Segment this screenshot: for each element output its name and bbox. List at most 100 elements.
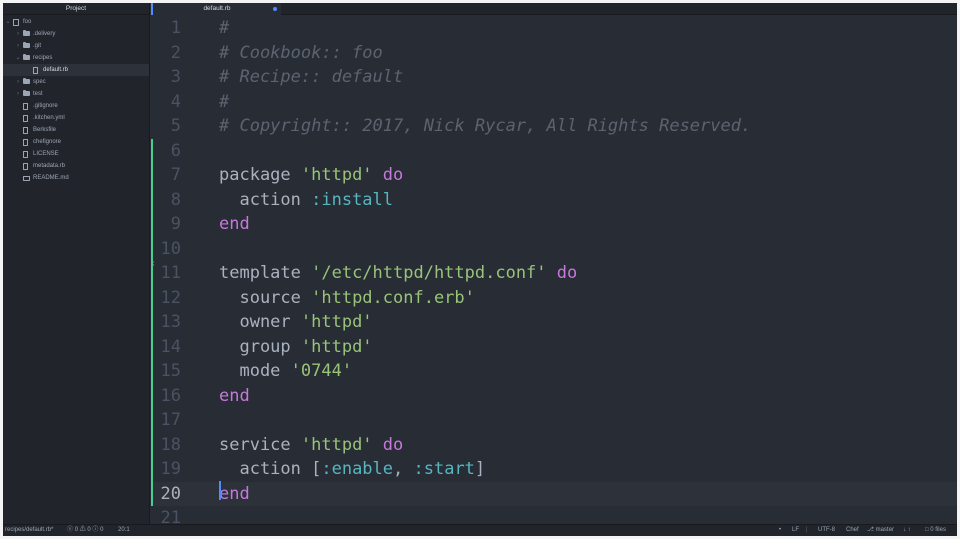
code-line[interactable]: 1 #	[151, 16, 957, 41]
tree-item-label: foo	[23, 19, 32, 25]
code-editor[interactable]: 1 #2 # Cookbook:: foo 3 # Recipe:: default 4 #…	[151, 16, 957, 528]
collapse-sidebar-icon[interactable]: ‹	[149, 258, 157, 270]
tree-item-label: chefignore	[33, 139, 62, 145]
line-number: 12	[160, 287, 181, 308]
chevron-down-icon[interactable]: ⌄	[15, 52, 21, 64]
git-branch[interactable]: ⎇ master	[867, 525, 894, 536]
line-number: 14	[160, 336, 181, 357]
modified-dot-icon[interactable]	[273, 7, 277, 11]
code-line[interactable]: 20 end	[151, 481, 957, 507]
tab-default-rb[interactable]: default.rb	[151, 3, 281, 15]
line-number: 7	[170, 165, 181, 185]
cursor-position[interactable]: 20:1	[118, 525, 130, 536]
line-code: action :install	[219, 188, 393, 213]
tree-item[interactable]: default.rb	[3, 64, 149, 76]
folder-icon	[23, 54, 30, 60]
line-number: 9	[170, 214, 181, 234]
code-line[interactable]: 7 package 'httpd' do	[151, 163, 957, 188]
line-number: 13	[160, 312, 181, 332]
file-icon	[23, 150, 28, 158]
modified-indicator-icon: •	[779, 527, 782, 533]
tree-item[interactable]: ⌄ recipes	[3, 52, 149, 64]
tree-item[interactable]: Berksfile	[3, 124, 149, 136]
code-token: 'httpd'	[300, 336, 373, 357]
tree-item-label: test	[33, 91, 43, 97]
code-line[interactable]: 19 action [:enable, :start]	[151, 457, 957, 482]
tree-item[interactable]: README.md	[3, 172, 149, 184]
code-line[interactable]: 2 # Cookbook:: foo	[151, 41, 957, 66]
code-token: #	[219, 91, 230, 112]
code-line[interactable]: 4 #	[151, 90, 957, 115]
file-tree: ⌄ foo › .delivery › .git ⌄ recipes default.rb › sp…	[3, 16, 149, 184]
code-line[interactable]: 14 group 'httpd'	[151, 334, 957, 360]
chevron-down-icon[interactable]: ⌄	[5, 16, 11, 28]
folder-icon	[23, 42, 30, 48]
grammar[interactable]: Chef	[846, 525, 859, 536]
line-number: 15	[160, 361, 181, 381]
chevron-right-icon[interactable]: ›	[15, 88, 21, 100]
code-line[interactable]: 8 action :install	[151, 187, 957, 213]
code-line[interactable]: 9 end	[151, 212, 957, 237]
tree-item-label: .kitchen.yml	[33, 115, 65, 121]
tree-item[interactable]: metadata.rb	[3, 160, 149, 172]
tree-item[interactable]: chefignore	[3, 136, 149, 148]
code-line[interactable]: 15 mode '0744'	[151, 359, 957, 384]
code-line[interactable]: 10	[151, 236, 957, 261]
tree-item[interactable]: › test	[3, 88, 149, 100]
line-code: # Cookbook:: foo	[219, 41, 383, 66]
tree-item[interactable]: › spec	[3, 76, 149, 88]
code-line[interactable]: 11 template '/etc/httpd/httpd.conf' do	[151, 261, 957, 286]
code-line[interactable]: 17	[151, 408, 957, 433]
file-icon	[23, 126, 28, 134]
tab-bar: default.rb	[151, 3, 957, 15]
tree-item-label: metadata.rb	[33, 163, 66, 169]
line-ending[interactable]: LF	[792, 525, 799, 536]
code-line[interactable]: 16 end	[151, 383, 957, 408]
code-token: 'httpd.conf.erb'	[311, 287, 475, 308]
arrow-up-icon: ↑	[907, 527, 911, 533]
tab-title: default.rb	[203, 5, 231, 12]
code-token: :start	[413, 459, 475, 479]
file-diff-icon: □	[925, 527, 929, 533]
tree-item[interactable]: LICENSE	[3, 148, 149, 160]
git-fetch[interactable]: ↓ ↑	[903, 525, 911, 536]
code-line[interactable]: 18 service 'httpd' do	[151, 432, 957, 457]
project-sidebar: Project ⌄ foo › .delivery › .git ⌄ recipes defau…	[3, 3, 150, 524]
code-token: # Recipe:: default	[219, 67, 404, 87]
tree-item[interactable]: .gitignore	[3, 100, 149, 112]
tree-item-label: spec	[33, 79, 46, 85]
tree-item[interactable]: › .delivery	[3, 28, 149, 40]
tree-item-label: Berksfile	[33, 127, 57, 133]
diagnostics[interactable]: ⓧ 0 ⚠ 0 ⓘ 0	[67, 525, 103, 536]
code-token: 'httpd'	[300, 312, 373, 332]
line-code: end	[219, 482, 250, 507]
code-line[interactable]: 12 source 'httpd.conf.erb'	[151, 285, 957, 310]
editor-window: Project ⌄ foo › .delivery › .git ⌄ recipes defau…	[3, 3, 957, 536]
github-files[interactable]: □ 0 files	[925, 525, 946, 536]
chevron-right-icon[interactable]: ›	[15, 40, 21, 52]
line-number: 8	[170, 189, 181, 210]
encoding[interactable]: UTF-8	[818, 525, 835, 536]
tree-item[interactable]: ⌄ foo	[3, 16, 149, 28]
code-line[interactable]: 6	[151, 138, 957, 163]
line-code: #	[219, 16, 229, 41]
line-number: 16	[160, 385, 181, 406]
tree-item[interactable]: › .git	[3, 40, 149, 52]
code-token: do	[382, 434, 404, 455]
branch-icon: ⎇	[867, 527, 874, 533]
file-path[interactable]: recipes/default.rb*	[5, 525, 53, 536]
code-line[interactable]: 3 # Recipe:: default	[151, 65, 957, 90]
tree-item[interactable]: .kitchen.yml	[3, 112, 149, 124]
line-code: group 'httpd'	[219, 335, 373, 360]
code-line[interactable]: 5 # Copyright:: 2017, Nick Rycar, All Rig…	[151, 114, 957, 139]
chevron-right-icon[interactable]: ›	[15, 76, 21, 88]
sidebar-title: Project	[3, 3, 149, 15]
code-token: ]	[474, 459, 486, 479]
code-token: end	[219, 214, 250, 234]
code-token: 'httpd'	[300, 165, 373, 185]
code-line[interactable]: 13 owner 'httpd'	[151, 310, 957, 335]
code-token: template	[219, 263, 312, 283]
tree-item-label: README.md	[33, 175, 69, 181]
chevron-right-icon[interactable]: ›	[15, 28, 21, 40]
